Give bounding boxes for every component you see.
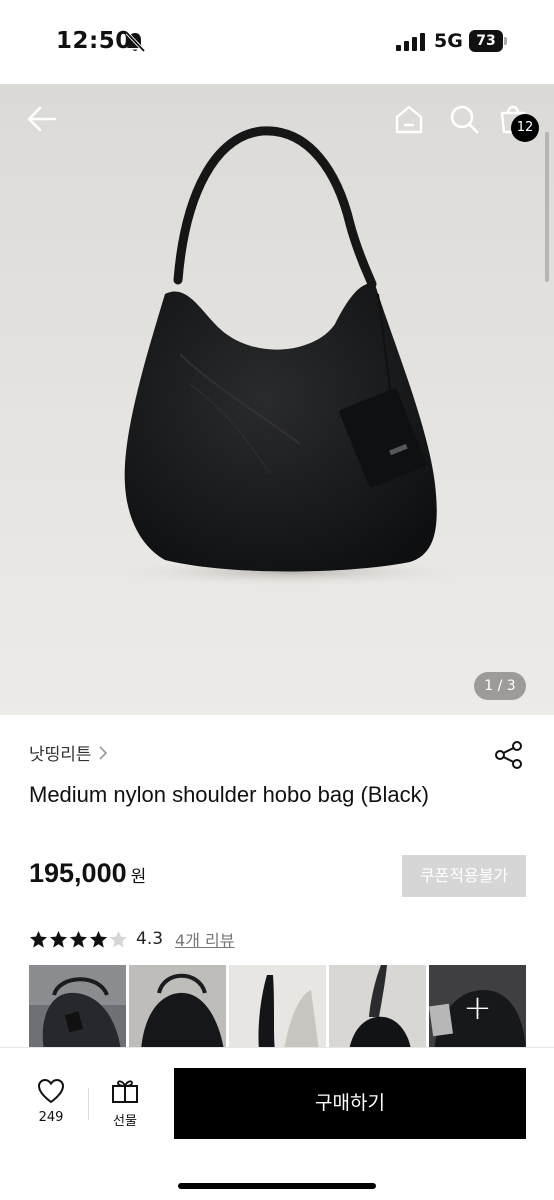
home-icon[interactable] — [392, 102, 426, 136]
signal-icon — [396, 33, 425, 51]
star-icon — [69, 930, 88, 948]
product-photo — [110, 126, 470, 586]
scrollbar[interactable] — [545, 132, 549, 282]
coupon-unavailable-button: 쿠폰적용불가 — [402, 855, 526, 897]
product-image-carousel[interactable]: 12 1 / 3 — [0, 84, 554, 715]
price-unit: 원 — [130, 867, 147, 887]
bell-off-icon — [125, 31, 146, 53]
star-icon — [29, 930, 48, 948]
battery-level: 73 — [469, 30, 503, 52]
gift-icon — [112, 1080, 138, 1103]
plus-icon: + — [429, 965, 526, 1050]
review-count-link[interactable]: 4개 리뷰 — [175, 927, 234, 951]
like-button[interactable]: 249 — [24, 1078, 78, 1138]
network-type: 5G — [434, 30, 463, 52]
buy-button[interactable]: 구매하기 — [174, 1068, 526, 1139]
review-photo-strip: + — [29, 965, 526, 1050]
gift-button[interactable]: 선물 — [102, 1078, 148, 1138]
rating-row: 4.3 4개 리뷰 — [29, 927, 234, 951]
heart-icon — [37, 1078, 65, 1104]
battery-icon: 73 — [469, 30, 507, 52]
star-rating — [29, 930, 128, 949]
price-value: 195,000 — [29, 858, 127, 888]
image-page-indicator: 1 / 3 — [474, 672, 526, 700]
divider — [88, 1088, 89, 1120]
seller-name: 낫띵리튼 — [29, 745, 92, 765]
star-empty-icon — [109, 930, 128, 948]
review-thumbnail[interactable] — [329, 965, 426, 1050]
chevron-right-icon — [98, 745, 107, 760]
back-arrow-icon[interactable] — [25, 102, 59, 136]
rating-value: 4.3 — [136, 929, 164, 949]
share-icon[interactable] — [494, 740, 524, 770]
star-icon — [89, 930, 108, 948]
home-indicator — [178, 1183, 376, 1189]
review-thumbnail[interactable] — [229, 965, 326, 1050]
price: 195,000 원 — [29, 858, 146, 889]
search-icon[interactable] — [447, 102, 481, 136]
seller-link[interactable]: 낫띵리튼 — [29, 740, 108, 765]
review-thumbnail[interactable] — [129, 965, 226, 1050]
status-time: 12:50 — [56, 28, 132, 54]
review-thumbnail-more[interactable]: + — [429, 965, 526, 1050]
gift-label: 선물 — [113, 1114, 137, 1129]
status-bar: 12:50 5G 73 — [0, 0, 554, 84]
product-title: Medium nylon shoulder hobo bag (Black) — [29, 782, 429, 807]
like-count: 249 — [38, 1110, 64, 1125]
cart-count-badge: 12 — [511, 114, 539, 142]
star-icon — [49, 930, 68, 948]
bottom-action-bar: 249 선물 구매하기 — [0, 1047, 554, 1200]
review-thumbnail[interactable] — [29, 965, 126, 1050]
